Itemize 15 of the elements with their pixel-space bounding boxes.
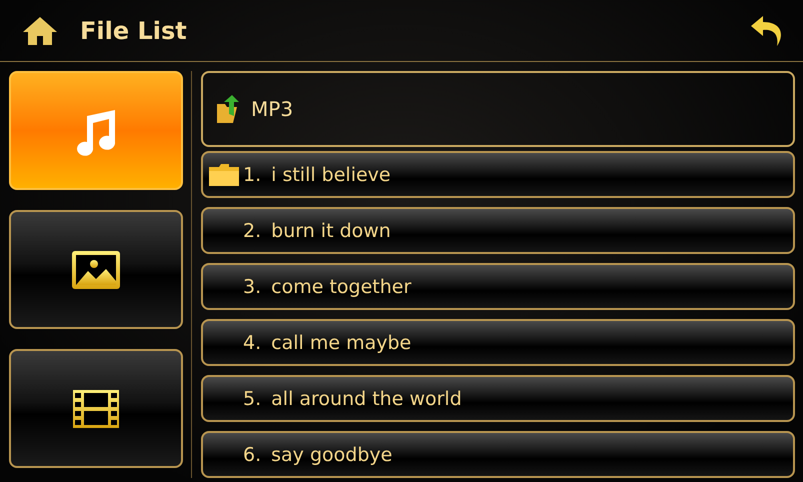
image-icon (72, 250, 120, 288)
folder-name: MP3 (251, 97, 294, 121)
page-title: File List (80, 16, 188, 44)
file-row[interactable]: 6. say goodbye (201, 431, 795, 478)
folder-up-icon[interactable] (215, 94, 241, 124)
category-tab[interactable] (9, 349, 183, 468)
folder-icon (209, 164, 239, 186)
file-row[interactable]: 3. come together (201, 263, 795, 310)
home-icon[interactable] (22, 16, 58, 46)
file-row[interactable]: 1. i still believe (201, 151, 795, 198)
film-strip-icon (73, 390, 119, 428)
file-row[interactable]: 5. all around the world (201, 375, 795, 422)
file-row[interactable]: 2. burn it down (201, 207, 795, 254)
category-tab[interactable] (9, 210, 183, 329)
file-row[interactable]: 4. call me maybe (201, 319, 795, 366)
